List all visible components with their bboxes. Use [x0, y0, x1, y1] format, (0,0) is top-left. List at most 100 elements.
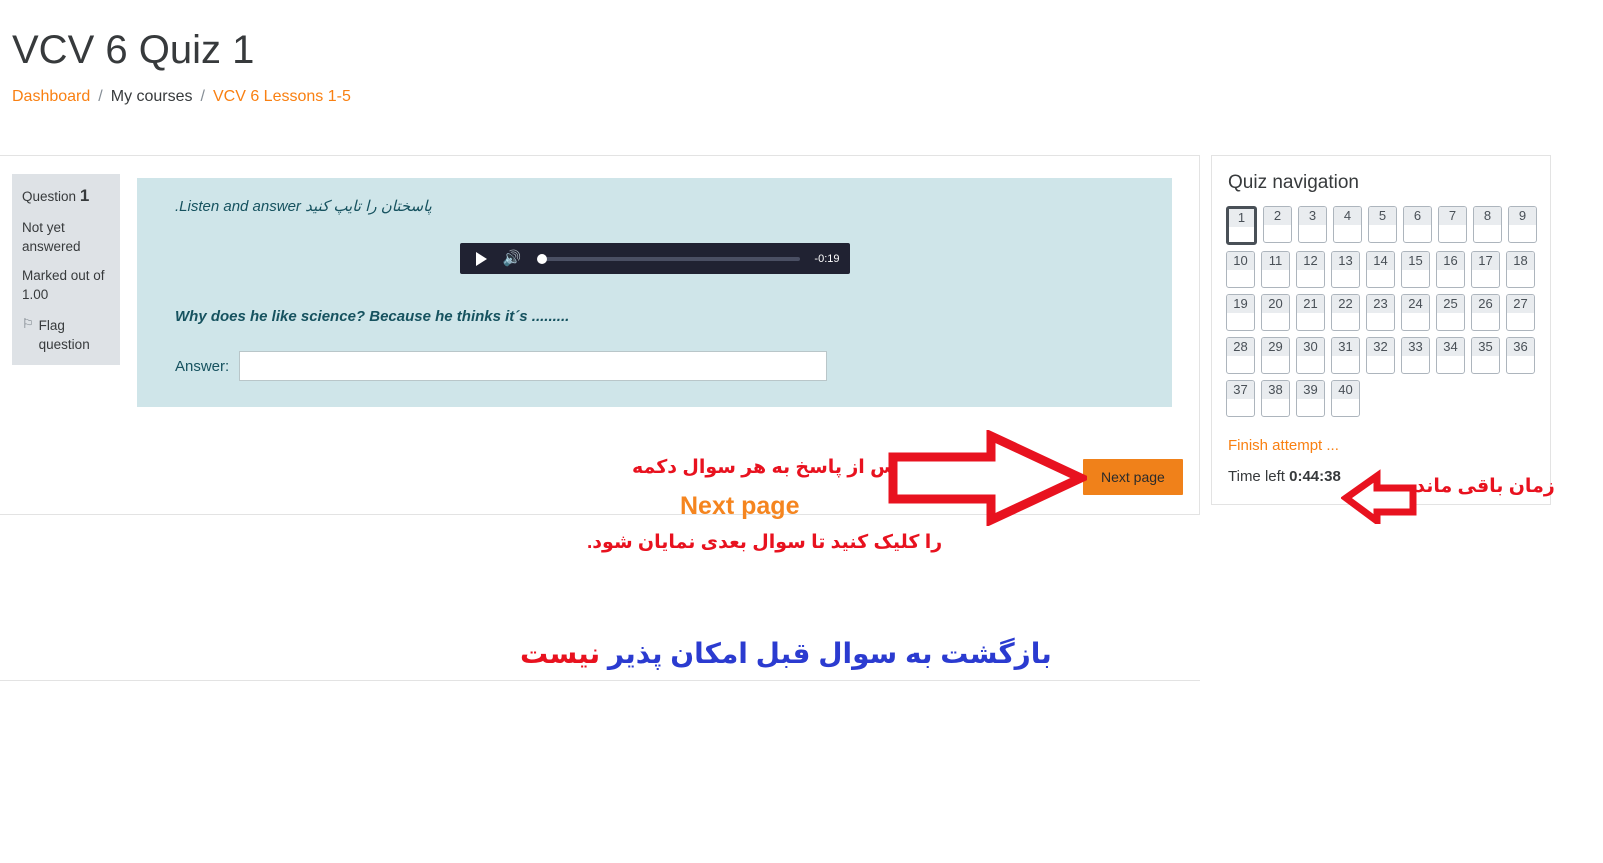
question-number-line: Question 1	[22, 184, 112, 209]
quiz-nav-question-number: 32	[1367, 338, 1394, 356]
quiz-nav-question-number: 33	[1402, 338, 1429, 356]
quiz-nav-question-19[interactable]: 19	[1226, 294, 1255, 331]
quiz-nav-question-13[interactable]: 13	[1331, 251, 1360, 288]
quiz-nav-question-number: 20	[1262, 295, 1289, 313]
panel-divider	[0, 680, 1200, 681]
question-info: Question 1 Not yet answered Marked out o…	[12, 174, 120, 366]
answer-input[interactable]	[239, 351, 828, 381]
quiz-nav-question-number: 26	[1472, 295, 1499, 313]
finish-attempt-link[interactable]: Finish attempt ...	[1228, 437, 1536, 454]
quiz-nav-question-31[interactable]: 31	[1331, 337, 1360, 374]
quiz-nav-question-12[interactable]: 12	[1296, 251, 1325, 288]
quiz-nav-question-number: 7	[1439, 207, 1466, 225]
breadcrumb: Dashboard / My courses / VCV 6 Lessons 1…	[12, 88, 1603, 106]
quiz-nav-question-37[interactable]: 37	[1226, 380, 1255, 417]
quiz-nav-question-35[interactable]: 35	[1471, 337, 1500, 374]
breadcrumb-course[interactable]: VCV 6 Lessons 1-5	[213, 88, 351, 106]
quiz-nav-question-number: 13	[1332, 252, 1359, 270]
quiz-nav-question-39[interactable]: 39	[1296, 380, 1325, 417]
quiz-nav-question-number: 18	[1507, 252, 1534, 270]
quiz-nav-question-27[interactable]: 27	[1506, 294, 1535, 331]
quiz-nav-question-2[interactable]: 2	[1263, 206, 1292, 243]
quiz-nav-question-15[interactable]: 15	[1401, 251, 1430, 288]
quiz-nav-question-number: 8	[1474, 207, 1501, 225]
quiz-nav-question-36[interactable]: 36	[1506, 337, 1535, 374]
audio-player[interactable]: 🔊 -0:19	[459, 243, 850, 274]
flag-question-button[interactable]: ⚐ Flag question	[22, 316, 112, 355]
instruction-en: Listen and answer.	[175, 198, 301, 215]
quiz-nav-question-18[interactable]: 18	[1506, 251, 1535, 288]
quiz-nav-question-11[interactable]: 11	[1261, 251, 1290, 288]
quiz-nav-question-number: 10	[1227, 252, 1254, 270]
volume-button[interactable]: 🔊	[503, 251, 522, 266]
quiz-nav-question-number: 36	[1507, 338, 1534, 356]
quiz-nav-question-17[interactable]: 17	[1471, 251, 1500, 288]
quiz-page: VCV 6 Quiz 1 Dashboard / My courses / VC…	[0, 0, 1603, 863]
quiz-nav-question-28[interactable]: 28	[1226, 337, 1255, 374]
quiz-nav-question-33[interactable]: 33	[1401, 337, 1430, 374]
quiz-nav-question-23[interactable]: 23	[1366, 294, 1395, 331]
quiz-nav-question-number: 3	[1299, 207, 1326, 225]
question-box: Question 1 Not yet answered Marked out o…	[0, 156, 1199, 495]
quiz-nav-question-5[interactable]: 5	[1368, 206, 1397, 243]
quiz-nav-question-number: 35	[1472, 338, 1499, 356]
quiz-nav-question-number: 12	[1297, 252, 1324, 270]
quiz-nav-question-24[interactable]: 24	[1401, 294, 1430, 331]
quiz-nav-question-26[interactable]: 26	[1471, 294, 1500, 331]
quiz-nav-question-34[interactable]: 34	[1436, 337, 1465, 374]
annotation-next-page-label: Next page	[680, 492, 800, 520]
question-prompt: Why does he like science? Because he thi…	[175, 308, 570, 325]
answer-label: Answer:	[175, 357, 230, 375]
quiz-nav-question-number: 5	[1369, 207, 1396, 225]
question-label: Question	[22, 189, 77, 204]
page-header: VCV 6 Quiz 1 Dashboard / My courses / VC…	[0, 0, 1603, 106]
quiz-nav-question-number: 40	[1332, 381, 1359, 399]
quiz-nav-question-3[interactable]: 3	[1298, 206, 1327, 243]
quiz-nav-question-number: 23	[1367, 295, 1394, 313]
arrow-left-icon	[1341, 469, 1417, 524]
audio-progress-handle[interactable]	[537, 253, 548, 264]
quiz-nav-question-number: 30	[1297, 338, 1324, 356]
question-content: پاسختان را تایپ کنید Listen and answer. …	[137, 178, 1172, 407]
annotation-line-4-blue: بازگشت به سوال قبل امکان پذیر	[600, 638, 1052, 669]
quiz-nav-question-8[interactable]: 8	[1473, 206, 1502, 243]
quiz-nav-question-number: 2	[1264, 207, 1291, 225]
quiz-nav-question-number: 38	[1262, 381, 1289, 399]
annotation-line-1: پس از پاسخ به هر سوال دکمه	[632, 457, 905, 478]
quiz-nav-question-25[interactable]: 25	[1436, 294, 1465, 331]
quiz-nav-question-30[interactable]: 30	[1296, 337, 1325, 374]
quiz-nav-question-number: 22	[1332, 295, 1359, 313]
quiz-nav-question-4[interactable]: 4	[1333, 206, 1362, 243]
quiz-nav-question-16[interactable]: 16	[1436, 251, 1465, 288]
quiz-nav-question-1[interactable]: 1	[1226, 206, 1257, 245]
breadcrumb-my-courses: My courses	[110, 88, 193, 105]
quiz-nav-question-20[interactable]: 20	[1261, 294, 1290, 331]
quiz-nav-question-10[interactable]: 10	[1226, 251, 1255, 288]
quiz-nav-question-number: 31	[1332, 338, 1359, 356]
quiz-nav-question-7[interactable]: 7	[1438, 206, 1467, 243]
breadcrumb-dashboard[interactable]: Dashboard	[12, 88, 90, 106]
breadcrumb-separator: /	[98, 88, 103, 105]
quiz-nav-question-number: 11	[1262, 252, 1289, 270]
quiz-nav-question-40[interactable]: 40	[1331, 380, 1360, 417]
quiz-nav-question-number: 9	[1509, 207, 1536, 225]
play-button[interactable]	[470, 251, 487, 266]
quiz-nav-question-6[interactable]: 6	[1403, 206, 1432, 243]
quiz-nav-question-number: 28	[1227, 338, 1254, 356]
quiz-nav-question-number: 25	[1437, 295, 1464, 313]
quiz-nav-question-29[interactable]: 29	[1261, 337, 1290, 374]
audio-progress-slider[interactable]	[537, 253, 801, 264]
quiz-nav-question-9[interactable]: 9	[1508, 206, 1537, 243]
quiz-nav-question-32[interactable]: 32	[1366, 337, 1395, 374]
quiz-navigation-panel: Quiz navigation 1 2 3 4 5 6 7 8 9 10 11 12 13 14 15 16 1…	[1211, 155, 1551, 505]
quiz-nav-question-14[interactable]: 14	[1366, 251, 1395, 288]
next-page-button[interactable]: Next page	[1083, 459, 1183, 495]
quiz-nav-question-number: 15	[1402, 252, 1429, 270]
quiz-nav-question-22[interactable]: 22	[1331, 294, 1360, 331]
quiz-nav-question-number: 39	[1297, 381, 1324, 399]
quiz-nav-question-21[interactable]: 21	[1296, 294, 1325, 331]
breadcrumb-separator: /	[200, 88, 205, 105]
quiz-nav-question-number: 19	[1227, 295, 1254, 313]
quiz-nav-question-38[interactable]: 38	[1261, 380, 1290, 417]
quiz-nav-question-number: 4	[1334, 207, 1361, 225]
